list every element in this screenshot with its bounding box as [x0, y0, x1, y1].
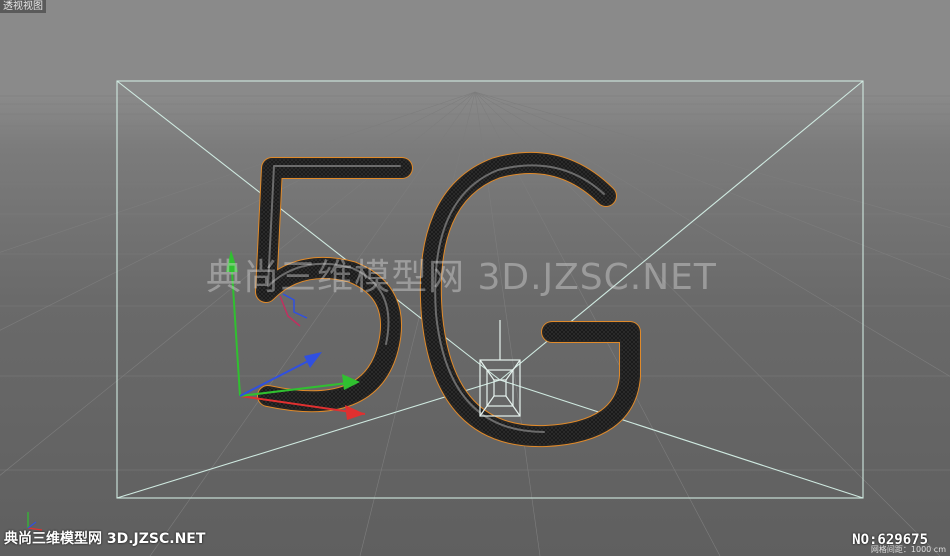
perspective-viewport[interactable]: 透视视图 典尚三维模型网 3D.JZSC.NET 典尚三维模型网 3D.JZSC…	[0, 0, 950, 556]
watermark-text: 典尚三维模型网 3D.JZSC.NET	[206, 257, 717, 298]
footer-brand: 典尚三维模型网 3D.JZSC.NET	[4, 531, 206, 547]
grid-distance: 网格间距：1000 cm	[870, 545, 946, 554]
camera-icon[interactable]	[479, 320, 521, 417]
floor-grid	[0, 91, 950, 556]
